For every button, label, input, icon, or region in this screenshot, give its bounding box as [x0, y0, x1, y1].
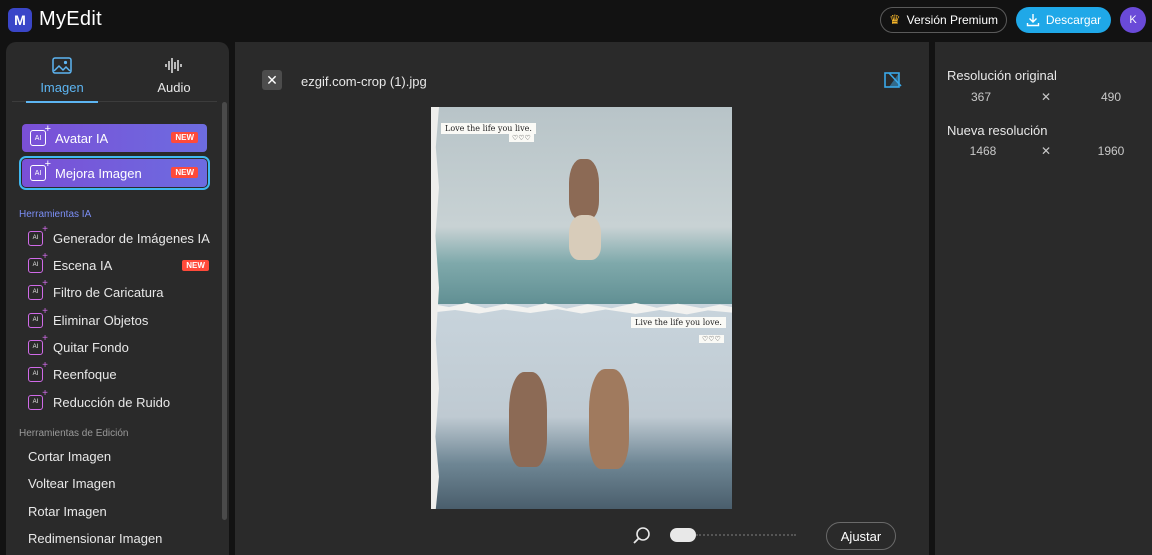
times-icon: ✕ — [1041, 144, 1052, 158]
image-icon — [52, 57, 72, 74]
ai-tools-heading: Herramientas IA — [19, 209, 92, 220]
sidebar-item-eliminar-objetos[interactable]: AI Eliminar Objetos — [28, 306, 149, 330]
ai-tool-icon: AI — [28, 306, 48, 328]
sidebar-item-label: Quitar Fondo — [53, 339, 129, 355]
ai-sparkle-icon: AI — [30, 158, 51, 181]
myedit-logo[interactable]: M — [8, 8, 32, 32]
new-width: 1468 — [969, 144, 997, 158]
image-canvas: ✕ ezgif.com-crop (1).jpg Love the life y… — [235, 42, 929, 555]
premium-label: Versión Premium — [906, 13, 999, 27]
sidebar-item-caricatura[interactable]: AI Filtro de Caricatura — [28, 278, 164, 302]
times-icon: ✕ — [1041, 90, 1052, 104]
original-height: 490 — [1100, 90, 1122, 104]
left-sidebar: Imagen Audio AI Avatar IA NEW AI Mejora … — [6, 42, 229, 555]
sidebar-item-redimensionar[interactable]: Redimensionar Imagen — [28, 531, 162, 546]
resolution-panel: Resolución original 367 ✕ 490 Nueva reso… — [935, 42, 1152, 555]
photo-note-top: Love the life you live. — [441, 123, 536, 134]
sidebar-item-rotar[interactable]: Rotar Imagen — [28, 504, 107, 519]
compare-icon[interactable] — [883, 70, 903, 90]
user-avatar[interactable]: K — [1120, 7, 1146, 33]
media-tabs: Imagen Audio — [12, 50, 217, 103]
audio-wave-icon — [165, 58, 182, 73]
ai-tool-icon: AI — [28, 251, 48, 273]
mejora-imagen-label: Mejora Imagen — [55, 165, 142, 181]
new-badge: NEW — [171, 132, 198, 143]
top-bar: M MyEdit ♛ Versión Premium Descargar K — [0, 0, 1152, 40]
new-badge: NEW — [182, 259, 209, 271]
app-title: MyEdit — [39, 8, 102, 30]
sidebar-item-label: Filtro de Caricatura — [53, 284, 164, 300]
ai-tool-icon: AI — [28, 333, 48, 355]
photo-note-bottom: Live the life you love. — [631, 317, 726, 328]
close-button[interactable]: ✕ — [262, 70, 282, 90]
sidebar-item-quitar-fondo[interactable]: AI Quitar Fondo — [28, 333, 129, 357]
mejora-imagen-button[interactable]: AI Mejora Imagen NEW — [19, 156, 210, 190]
download-label: Descargar — [1045, 13, 1102, 27]
ai-tool-icon: AI — [28, 388, 48, 410]
photo-figure — [569, 159, 599, 219]
ai-tool-icon: AI — [28, 360, 48, 382]
sidebar-item-label: Reducción de Ruido — [53, 394, 171, 410]
compare-toggle[interactable] — [670, 528, 696, 542]
sidebar-item-label: Generador de Imágenes IA — [53, 230, 210, 246]
tab-audio[interactable]: Audio — [124, 50, 224, 102]
tab-imagen[interactable]: Imagen — [12, 50, 112, 103]
premium-button[interactable]: ♛ Versión Premium — [880, 7, 1007, 33]
edit-tools-heading: Herramientas de Edición — [19, 428, 129, 439]
tab-imagen-label: Imagen — [40, 80, 84, 95]
ai-tool-icon: AI — [28, 224, 48, 246]
ai-sparkle-icon: AI — [30, 123, 51, 146]
download-button[interactable]: Descargar — [1016, 7, 1111, 33]
photo-hearts-top: ♡♡♡ — [509, 134, 534, 142]
photo-bottom-panel — [431, 304, 732, 509]
photo-figure — [569, 215, 601, 260]
sidebar-item-voltear[interactable]: Voltear Imagen — [28, 476, 115, 491]
avatar-ia-label: Avatar IA — [55, 130, 109, 146]
new-badge: NEW — [171, 167, 198, 178]
sidebar-item-reenfoque[interactable]: AI Reenfoque — [28, 360, 117, 384]
zoom-slider[interactable] — [696, 534, 796, 536]
sidebar-item-cortar[interactable]: Cortar Imagen — [28, 449, 111, 464]
file-name: ezgif.com-crop (1).jpg — [301, 74, 427, 89]
sidebar-item-label: Escena IA — [53, 257, 113, 273]
avatar-ia-button[interactable]: AI Avatar IA NEW — [22, 123, 207, 152]
tab-audio-label: Audio — [157, 80, 191, 95]
photo-figure — [589, 369, 629, 469]
new-resolution-label: Nueva resolución — [947, 123, 1048, 138]
sidebar-item-escena[interactable]: AI Escena IA NEW — [28, 251, 209, 275]
original-width: 367 — [970, 90, 992, 104]
download-icon — [1026, 14, 1040, 27]
new-height: 1960 — [1097, 144, 1125, 158]
sidebar-item-reduccion-ruido[interactable]: AI Reducción de Ruido — [28, 388, 171, 412]
preview-photo: Love the life you live. ♡♡♡ Live the lif… — [431, 107, 732, 509]
sidebar-item-generador[interactable]: AI Generador de Imágenes IA — [28, 224, 210, 248]
crown-icon: ♛ — [888, 12, 901, 27]
sidebar-scrollbar[interactable] — [222, 102, 227, 520]
adjust-button[interactable]: Ajustar — [826, 522, 896, 550]
original-resolution-label: Resolución original — [947, 68, 1057, 83]
zoom-icon[interactable] — [632, 526, 652, 546]
sidebar-item-label: Reenfoque — [53, 366, 117, 382]
photo-hearts-bottom: ♡♡♡ — [699, 335, 724, 343]
ai-tool-icon: AI — [28, 278, 48, 300]
sidebar-item-label: Eliminar Objetos — [53, 312, 149, 328]
photo-figure — [509, 372, 547, 467]
